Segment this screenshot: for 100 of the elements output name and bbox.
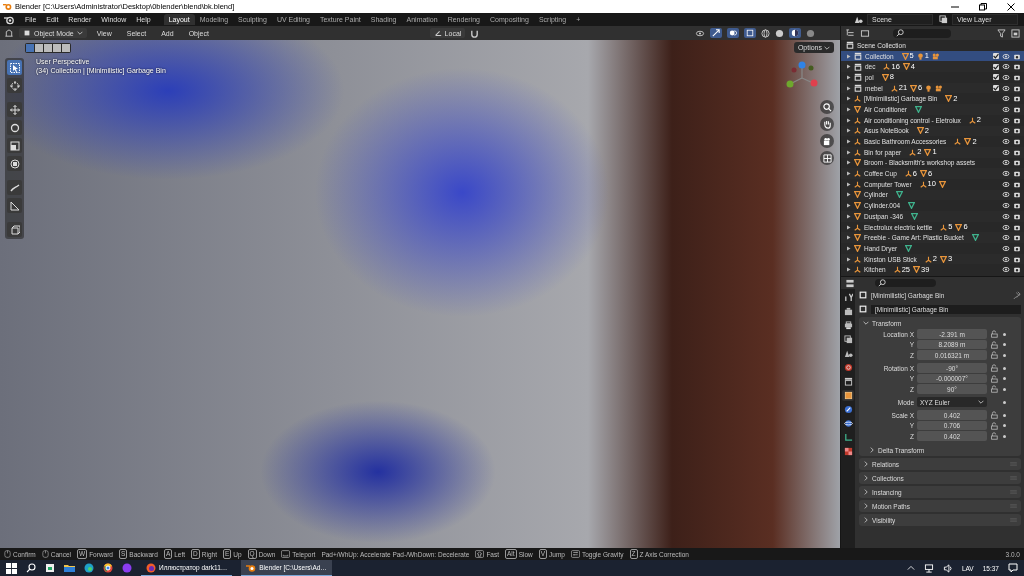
camera-icon[interactable]: [1013, 202, 1021, 210]
lock-icon[interactable]: [990, 421, 998, 430]
camera-icon[interactable]: [1013, 52, 1021, 60]
camera-icon[interactable]: [1013, 191, 1021, 199]
notification-icon[interactable]: [1008, 563, 1018, 573]
camera-icon[interactable]: [1013, 244, 1021, 252]
xray-toggle[interactable]: [744, 28, 756, 38]
eye-icon[interactable]: [1002, 180, 1010, 188]
keyframe-dot[interactable]: [1003, 353, 1006, 357]
keyframe-dot[interactable]: [1003, 400, 1006, 404]
search-field[interactable]: [893, 28, 951, 38]
eye-icon[interactable]: [1002, 223, 1010, 231]
keyframe-dot[interactable]: [1003, 434, 1006, 438]
transform-tool[interactable]: [7, 156, 22, 171]
keyframe-dot[interactable]: [1003, 377, 1006, 380]
properties-tab[interactable]: [842, 362, 854, 373]
outliner-type-icon[interactable]: [845, 28, 855, 38]
caret-up-icon[interactable]: [906, 564, 915, 572]
scale-tool[interactable]: [7, 138, 22, 153]
eye-icon[interactable]: [1002, 191, 1010, 199]
rotate-tool[interactable]: [7, 120, 22, 135]
camera-icon[interactable]: [1013, 138, 1021, 146]
eye-icon[interactable]: [695, 28, 705, 38]
wireframe-sphere-icon[interactable]: [761, 28, 770, 38]
eye-icon[interactable]: [1002, 105, 1010, 113]
network-icon[interactable]: [923, 563, 934, 573]
lock-icon[interactable]: [990, 374, 998, 383]
camera-icon[interactable]: [1013, 84, 1021, 92]
eye-icon[interactable]: [1002, 63, 1010, 71]
properties-tab[interactable]: [842, 390, 854, 401]
camera-icon[interactable]: [1013, 63, 1021, 71]
browser-icon[interactable]: [103, 563, 113, 573]
search-icon[interactable]: [26, 563, 36, 573]
camera-view-button[interactable]: [820, 134, 834, 148]
keyframe-dot[interactable]: [1003, 424, 1006, 427]
display-mode-icon[interactable]: [860, 28, 870, 38]
eye-icon[interactable]: [1002, 202, 1010, 210]
solid-sphere-icon[interactable]: [775, 28, 784, 38]
eye-icon[interactable]: [1002, 127, 1010, 135]
keyframe-dot[interactable]: [1003, 413, 1006, 417]
folder-icon[interactable]: [64, 563, 75, 573]
camera-icon[interactable]: [1013, 212, 1021, 220]
grid-view-button[interactable]: [820, 151, 834, 165]
properties-tab[interactable]: [842, 292, 854, 303]
lock-icon[interactable]: [990, 330, 998, 338]
close-icon[interactable]: [1006, 1, 1016, 12]
camera-icon[interactable]: [1013, 266, 1021, 274]
camera-icon[interactable]: [1013, 170, 1021, 178]
keyframe-dot[interactable]: [1003, 387, 1006, 391]
camera-icon[interactable]: [1013, 159, 1021, 167]
camera-icon[interactable]: [1013, 234, 1021, 242]
properties-tab[interactable]: [842, 320, 854, 331]
filter-icon[interactable]: [997, 28, 1006, 38]
material-shading-toggle[interactable]: [789, 28, 801, 38]
properties-tab[interactable]: [842, 334, 854, 345]
eye-icon[interactable]: [1002, 255, 1010, 263]
lock-icon[interactable]: [990, 385, 998, 393]
camera-icon[interactable]: [1013, 105, 1021, 113]
eye-icon[interactable]: [1002, 212, 1010, 220]
keyframe-dot[interactable]: [1003, 366, 1006, 370]
checkbox[interactable]: [993, 63, 999, 70]
camera-icon[interactable]: [1013, 255, 1021, 263]
search-field[interactable]: [875, 279, 936, 287]
eye-icon[interactable]: [1002, 84, 1010, 92]
checkbox[interactable]: [993, 53, 999, 60]
magnet-icon[interactable]: [470, 28, 480, 38]
pan-button[interactable]: [820, 117, 834, 131]
properties-tab[interactable]: [842, 418, 854, 429]
camera-icon[interactable]: [1013, 127, 1021, 135]
eye-icon[interactable]: [1002, 73, 1010, 81]
cursor-tool[interactable]: [7, 78, 22, 93]
camera-icon[interactable]: [1013, 148, 1021, 156]
editor-type-icon[interactable]: [4, 28, 14, 38]
app-logo-icon[interactable]: [4, 14, 14, 25]
move-tool[interactable]: [7, 102, 22, 117]
properties-tab[interactable]: [842, 376, 854, 387]
lock-icon[interactable]: [990, 351, 998, 359]
camera-icon[interactable]: [1013, 223, 1021, 231]
measure-tool[interactable]: [7, 198, 22, 213]
lock-icon[interactable]: [990, 411, 998, 419]
keyframe-dot[interactable]: [1003, 332, 1006, 336]
lock-icon[interactable]: [990, 340, 998, 349]
eye-icon[interactable]: [1002, 52, 1010, 60]
select-tool[interactable]: [7, 60, 22, 75]
calendar-app-icon[interactable]: [45, 563, 55, 573]
select-mode-buttons[interactable]: [25, 43, 71, 53]
app-circle-icon[interactable]: [122, 563, 132, 573]
windows-logo-icon[interactable]: [6, 562, 17, 574]
add-cube-tool[interactable]: [7, 222, 22, 237]
checkbox[interactable]: [993, 85, 999, 92]
pin-icon[interactable]: [1013, 291, 1021, 299]
speaker-icon[interactable]: [942, 563, 953, 573]
eye-icon[interactable]: [1002, 116, 1010, 124]
lock-icon[interactable]: [990, 432, 998, 440]
checkbox[interactable]: [993, 74, 999, 81]
eye-icon[interactable]: [1002, 170, 1010, 178]
camera-icon[interactable]: [1013, 95, 1021, 103]
eye-icon[interactable]: [1002, 266, 1010, 274]
restore-icon[interactable]: [978, 1, 988, 12]
eye-icon[interactable]: [1002, 159, 1010, 167]
